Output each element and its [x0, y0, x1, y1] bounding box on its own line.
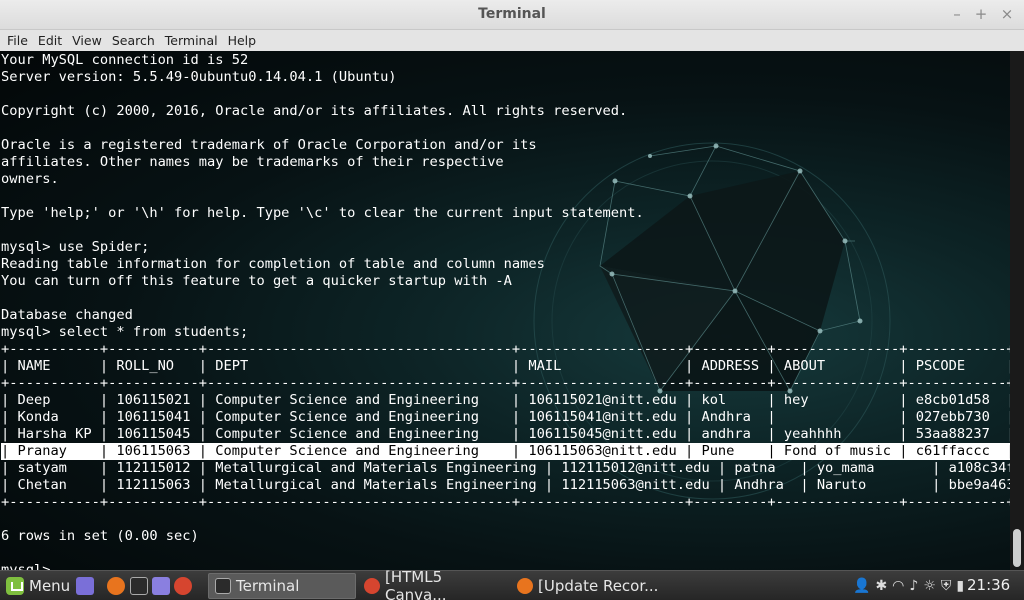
- terminal-line: | Chetan | 112115063 | Metallurgical and…: [1, 477, 1010, 493]
- window-title: Terminal: [478, 6, 546, 22]
- menu-file[interactable]: File: [2, 33, 33, 48]
- menu-search[interactable]: Search: [107, 33, 160, 48]
- firefox-icon: [517, 578, 533, 594]
- brightness-icon[interactable]: ☼: [923, 578, 936, 594]
- user-icon[interactable]: 👤: [853, 578, 870, 594]
- terminal-line: affiliates. Other names may be trademark…: [1, 154, 504, 170]
- terminal-line: Type 'help;' or '\h' for help. Type '\c'…: [1, 205, 644, 221]
- terminal-line: Your MySQL connection id is 52: [1, 52, 249, 68]
- terminal-line: +-----------+-----------+---------------…: [1, 494, 1010, 510]
- chrome-launcher-icon[interactable]: [174, 577, 192, 595]
- battery-icon[interactable]: ▮: [956, 578, 964, 594]
- terminal-scrollbar[interactable]: [1010, 51, 1024, 570]
- terminal-line: +-----------+-----------+---------------…: [1, 375, 1010, 391]
- chrome-icon: [364, 578, 380, 594]
- terminal-line: Database changed: [1, 307, 133, 323]
- menu-terminal[interactable]: Terminal: [160, 33, 223, 48]
- bluetooth-icon[interactable]: ✱: [875, 578, 887, 594]
- maximize-button[interactable]: +: [972, 5, 990, 23]
- terminal-output[interactable]: Your MySQL connection id is 52 Server ver…: [0, 51, 1010, 570]
- taskbar-window-label: Terminal: [236, 577, 300, 595]
- close-button[interactable]: ×: [998, 5, 1016, 23]
- terminal-line: | satyam | 112115012 | Metallurgical and…: [1, 460, 1010, 476]
- volume-icon[interactable]: ♪: [909, 578, 918, 594]
- menu-bar: File Edit View Search Terminal Help: [0, 30, 1024, 51]
- terminal-line: mysql> select * from students;: [1, 324, 249, 340]
- terminal-line: Reading table information for completion…: [1, 256, 545, 272]
- terminal-line: | Deep | 106115021 | Computer Science an…: [1, 392, 1010, 408]
- files-launcher-icon[interactable]: [76, 577, 94, 595]
- wifi-icon[interactable]: ◠: [892, 578, 904, 594]
- taskbar-window-chrome[interactable]: [HTML5 Canva...: [358, 568, 508, 600]
- terminal-line: 6 rows in set (0.00 sec): [1, 528, 199, 544]
- terminal-line: | Harsha KP | 106115045 | Computer Scien…: [1, 426, 1010, 442]
- minimize-button[interactable]: –: [948, 5, 966, 23]
- menu-help[interactable]: Help: [223, 33, 262, 48]
- terminal-line: +-----------+-----------+---------------…: [1, 341, 1010, 357]
- taskbar-window-label: [HTML5 Canva...: [385, 568, 447, 600]
- start-menu-button[interactable]: Menu: [2, 571, 70, 600]
- terminal-line: | Konda | 106115041 | Computer Science a…: [1, 409, 1010, 425]
- terminal-line: owners.: [1, 171, 59, 187]
- terminal-line: | NAME | ROLL_NO | DEPT | MAIL | ADDRESS…: [1, 358, 1010, 374]
- system-tray: 👤 ✱ ◠ ♪ ☼ ⛨ ▮: [848, 575, 964, 597]
- clock[interactable]: 21:36: [967, 576, 1010, 594]
- folder-launcher-icon[interactable]: [152, 577, 170, 595]
- taskbar-window-firefox[interactable]: [Update Recor...: [511, 573, 663, 599]
- taskbar-window-label: [Update Recor...: [538, 577, 659, 595]
- shield-icon[interactable]: ⛨: [941, 578, 952, 594]
- mint-logo-icon: [6, 577, 24, 595]
- terminal-line: You can turn off this feature to get a q…: [1, 273, 512, 289]
- firefox-launcher-icon[interactable]: [107, 577, 125, 595]
- terminal-line: | Pranay | 106115063 | Computer Science …: [1, 443, 1010, 460]
- terminal-line: Copyright (c) 2000, 2016, Oracle and/or …: [1, 103, 628, 119]
- terminal-icon: [215, 578, 231, 594]
- terminal-launcher-icon[interactable]: [130, 577, 148, 595]
- terminal-line: Server version: 5.5.49-0ubuntu0.14.04.1 …: [1, 69, 397, 85]
- title-bar: Terminal – + ×: [0, 0, 1024, 30]
- terminal-line: mysql>: [1, 562, 51, 570]
- menu-view[interactable]: View: [67, 33, 107, 48]
- terminal-line: mysql> use Spider;: [1, 239, 150, 255]
- taskbar-window-terminal[interactable]: Terminal: [208, 573, 356, 599]
- menu-edit[interactable]: Edit: [33, 33, 67, 48]
- start-menu-label: Menu: [29, 577, 71, 595]
- scrollbar-thumb[interactable]: [1013, 529, 1021, 567]
- terminal-line: Oracle is a registered trademark of Orac…: [1, 137, 537, 153]
- taskbar: Menu Terminal [HTML5 Canva... [Update Re…: [0, 568, 1024, 600]
